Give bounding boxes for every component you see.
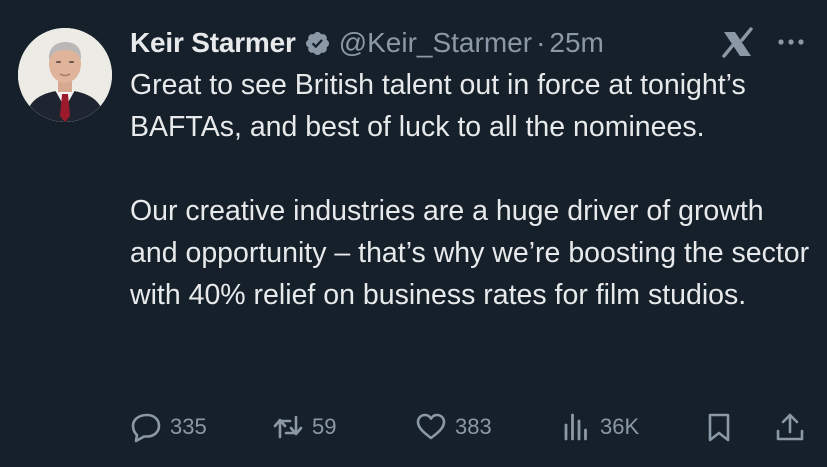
action-bar: 335 59 383 36K: [0, 405, 827, 449]
tweet-paragraph: Our creative industries are a huge drive…: [130, 195, 810, 311]
repost-button[interactable]: 59: [272, 405, 336, 449]
views-count: 36K: [600, 414, 640, 439]
author-handle[interactable]: @Keir_Starmer: [339, 27, 532, 59]
views-icon: [564, 413, 587, 441]
repost-count: 59: [312, 414, 337, 439]
reply-count: 335: [170, 414, 207, 439]
share-icon: [776, 413, 804, 441]
separator-dot: ·: [536, 27, 546, 58]
bookmark-icon: [708, 413, 730, 442]
tweet[interactable]: Keir Starmer @Keir_Starmer · 25m Great t…: [0, 0, 827, 467]
grok-icon[interactable]: [720, 26, 754, 60]
verified-icon: [305, 31, 329, 55]
bookmark-button[interactable]: [703, 405, 735, 449]
like-button[interactable]: 383: [415, 405, 492, 449]
like-icon: [416, 413, 446, 440]
tweet-text: Great to see British talent out in force…: [130, 64, 810, 316]
tweet-paragraph: Great to see British talent out in force…: [130, 69, 746, 143]
avatar[interactable]: [18, 28, 112, 122]
tweet-header: Keir Starmer @Keir_Starmer · 25m: [130, 22, 604, 64]
more-icon[interactable]: [776, 32, 806, 52]
views-button[interactable]: 36K: [560, 405, 639, 449]
like-count: 383: [455, 414, 492, 439]
repost-icon: [273, 415, 303, 439]
share-button[interactable]: [774, 405, 806, 449]
reply-icon: [131, 413, 161, 443]
reply-button[interactable]: 335: [130, 405, 207, 449]
author-name[interactable]: Keir Starmer: [130, 27, 296, 59]
timestamp[interactable]: 25m: [549, 27, 603, 59]
